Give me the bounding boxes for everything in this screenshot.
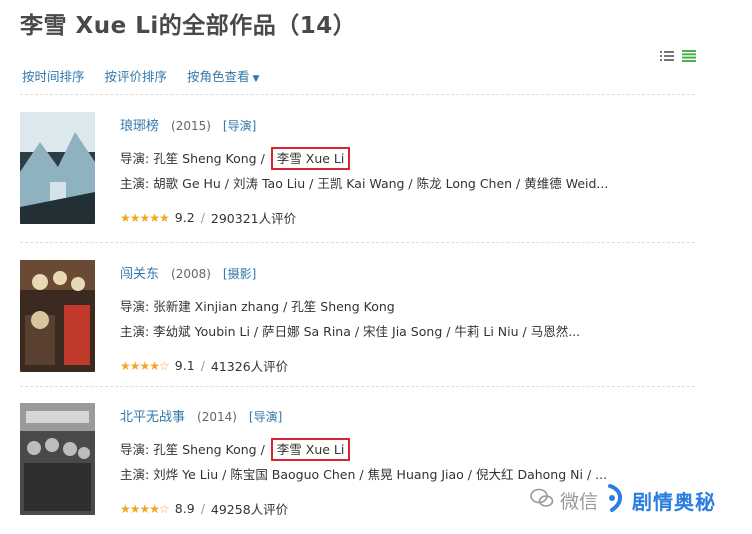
rating-count: 290321人评价 xyxy=(210,211,297,226)
view-by-role-label: 按角色查看 xyxy=(187,69,250,84)
view-by-role-dropdown[interactable]: 按角色查看 ▼ xyxy=(187,66,259,85)
brand-logo-icon xyxy=(604,484,626,516)
director-link[interactable]: 孔笙 Sheng Kong xyxy=(153,442,256,457)
divider xyxy=(20,242,695,243)
work-item: 闯关东 (2008) [摄影] 导演: 张新建 Xinjian zhang / … xyxy=(0,260,752,390)
directors-prefix: 导演: xyxy=(120,299,154,314)
director-link[interactable]: 孔笙 Sheng Kong xyxy=(153,151,256,166)
rating-score: 8.9 xyxy=(174,501,195,516)
work-role: [导演] xyxy=(222,119,257,133)
watermark: 微信 剧情奥秘 xyxy=(530,484,716,516)
sort-by-time-link[interactable]: 按时间排序 xyxy=(22,66,85,85)
directors-line: 导演: 孔笙 Sheng Kong / 李雪 Xue Li xyxy=(120,147,608,170)
work-role: [摄影] xyxy=(222,267,257,281)
directors-line: 导演: 孔笙 Sheng Kong / 李雪 Xue Li xyxy=(120,438,607,461)
work-year: (2008) xyxy=(171,267,211,281)
compact-view-icon[interactable] xyxy=(682,50,696,62)
directors-separator: / xyxy=(256,151,269,166)
director-link[interactable]: 张新建 Xinjian zhang / 孔笙 Sheng Kong xyxy=(153,299,395,314)
rating-count: 49258人评价 xyxy=(210,502,289,517)
work-year: (2015) xyxy=(171,119,211,133)
rating-stars-icon: ★★★★☆ xyxy=(120,358,170,373)
page-title: 李雪 Xue Li的全部作品（14） xyxy=(20,13,357,39)
sort-bar: 按时间排序 按评价排序 按角色查看 ▼ xyxy=(22,66,259,85)
directors-prefix: 导演: xyxy=(120,151,154,166)
cast-line: 主演: 胡歌 Ge Hu / 刘涛 Tao Liu / 王凯 Kai Wang … xyxy=(120,176,609,191)
poster-image[interactable] xyxy=(20,403,95,515)
rating-row: ★★★★★ 9.2 / 290321人评价 xyxy=(120,210,297,226)
watermark-brand: 剧情奥秘 xyxy=(632,489,717,514)
rating-score: 9.2 xyxy=(174,210,195,225)
work-title-link[interactable]: 北平无战事 xyxy=(120,406,185,425)
work-info: 闯关东 (2008) [摄影] 导演: 张新建 Xinjian zhang / … xyxy=(120,263,580,375)
caret-down-icon: ▼ xyxy=(252,74,260,84)
poster-image[interactable] xyxy=(20,112,95,224)
work-title-link[interactable]: 闯关东 xyxy=(120,263,159,282)
highlighted-director[interactable]: 李雪 Xue Li xyxy=(270,438,351,461)
rating-row: ★★★★☆ 9.1 / 41326人评价 xyxy=(120,358,289,374)
work-role: [导演] xyxy=(248,410,283,424)
sort-by-rating-link[interactable]: 按评价排序 xyxy=(105,66,168,85)
directors-line: 导演: 张新建 Xinjian zhang / 孔笙 Sheng Kong xyxy=(120,296,580,315)
divider xyxy=(20,94,695,95)
rating-score: 9.1 xyxy=(174,358,195,373)
directors-separator: / xyxy=(256,442,269,457)
cast-line: 主演: 刘烨 Ye Liu / 陈宝国 Baoguo Chen / 焦晃 Hua… xyxy=(120,467,608,482)
work-title-link[interactable]: 琅琊榜 xyxy=(120,115,159,134)
rating-stars-icon: ★★★★★ xyxy=(120,210,170,225)
view-toggle xyxy=(660,50,696,62)
wechat-icon xyxy=(530,487,554,513)
work-year: (2014) xyxy=(197,410,237,424)
rating-stars-icon: ★★★★☆ xyxy=(120,501,170,516)
work-info: 琅琊榜 (2015) [导演] 导演: 孔笙 Sheng Kong / 李雪 X… xyxy=(120,115,608,227)
divider xyxy=(20,386,695,387)
work-item: 琅琊榜 (2015) [导演] 导演: 孔笙 Sheng Kong / 李雪 X… xyxy=(0,112,752,242)
rating-count: 41326人评价 xyxy=(210,359,289,374)
directors-prefix: 导演: xyxy=(120,442,154,457)
highlighted-director[interactable]: 李雪 Xue Li xyxy=(270,147,351,170)
list-view-icon[interactable] xyxy=(660,50,674,62)
poster-image[interactable] xyxy=(20,260,95,372)
watermark-faded-text: 微信 xyxy=(560,490,599,513)
cast-line: 主演: 李幼斌 Youbin Li / 萨日娜 Sa Rina / 宋佳 Jia… xyxy=(120,324,581,339)
